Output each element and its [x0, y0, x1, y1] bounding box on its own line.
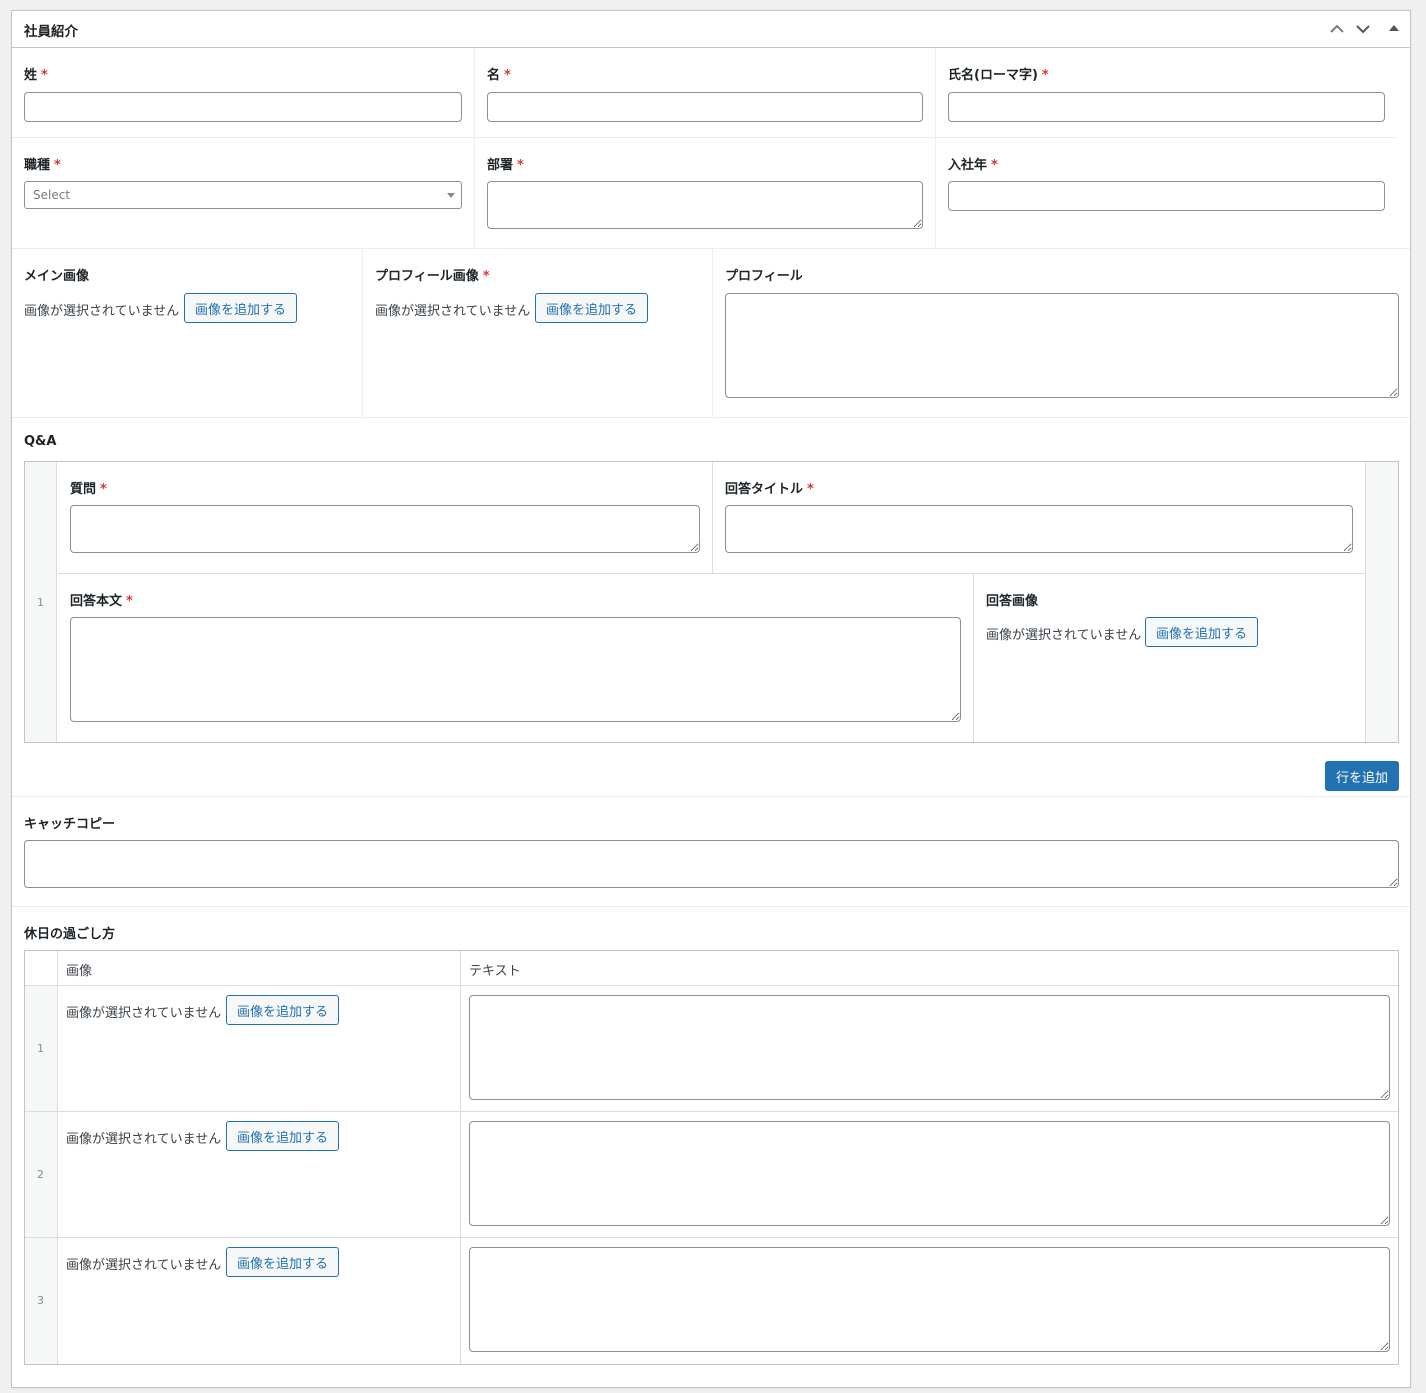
qa-answer-title-label: 回答タイトル * [725, 482, 814, 497]
catchcopy-textarea[interactable] [24, 840, 1399, 888]
holiday-row-textarea[interactable] [469, 1247, 1390, 1352]
romaji-label: 氏名(ローマ字) * [948, 68, 1049, 83]
move-down-button[interactable] [1351, 17, 1375, 41]
field-profile: プロフィール [713, 249, 1410, 418]
profile-label: プロフィール [725, 269, 803, 284]
qa-divider-v1 [712, 462, 713, 573]
qa-row-handle[interactable]: 1 [25, 462, 57, 742]
qa-answer-title-textarea[interactable] [725, 505, 1353, 553]
field-catchcopy: キャッチコピー [12, 797, 1410, 907]
select-arrow-icon [447, 193, 455, 198]
holiday-row-image-status: 画像が選択されていません [66, 1258, 222, 1273]
holiday-col-divider-1 [460, 951, 461, 1364]
field-holiday: 休日の過ごし方 画像 テキスト 1 画像が選択されていません 画像を追加する 2… [12, 907, 1410, 1387]
qa-label: Q&A [24, 434, 57, 449]
move-up-button[interactable] [1325, 17, 1349, 41]
holiday-row-handle[interactable]: 2 [25, 1112, 57, 1237]
holiday-row-divider [25, 1111, 1398, 1112]
shokushu-select-value: Select [33, 188, 71, 202]
nyusha-label: 入社年 * [948, 158, 998, 173]
busho-label: 部署 * [487, 158, 524, 173]
catchcopy-label: キャッチコピー [24, 817, 116, 832]
qa-divider [58, 573, 1365, 574]
postbox-employee: 社員紹介 姓 * 名 * 氏名(ローマ字) * 職種 * Select 部署 * 入社 [11, 10, 1411, 1388]
field-main-image: メイン画像 画像が選択されていません 画像を追加する [12, 249, 363, 418]
busho-textarea[interactable] [487, 181, 923, 229]
main-image-label: メイン画像 [24, 269, 90, 284]
main-image-status: 画像が選択されていません [24, 304, 180, 319]
field-sei: 姓 * [12, 48, 475, 138]
holiday-header-divider [25, 985, 1398, 986]
nyusha-input[interactable] [948, 181, 1385, 211]
sei-label: 姓 * [24, 68, 48, 83]
holiday-row-image-add-button[interactable]: 画像を追加する [226, 1247, 340, 1277]
holiday-row-number: 3 [37, 1294, 44, 1307]
holiday-table: 画像 テキスト 1 画像が選択されていません 画像を追加する 2 画像が選択され… [24, 950, 1399, 1365]
holiday-col-divider-0 [57, 951, 58, 1364]
holiday-label: 休日の過ごし方 [24, 927, 116, 942]
mei-label: 名 * [487, 68, 511, 83]
qa-answer-body-label: 回答本文 * [70, 594, 133, 609]
field-romaji: 氏名(ローマ字) * [936, 48, 1398, 138]
qa-repeater: 1 質問 * 回答タイトル * 回答本文 * 回答画像 画像が選択されていません 画像… [24, 461, 1399, 743]
holiday-row-textarea[interactable] [469, 995, 1390, 1100]
field-profile-image: プロフィール画像 * 画像が選択されていません 画像を追加する [363, 249, 713, 418]
qa-answer-image-add-button[interactable]: 画像を追加する [1145, 617, 1259, 647]
holiday-col-text: テキスト [469, 964, 521, 979]
qa-question-textarea[interactable] [70, 505, 700, 553]
qa-divider-v2 [973, 574, 974, 742]
field-nyusha: 入社年 * [936, 138, 1410, 249]
romaji-input[interactable] [948, 92, 1385, 122]
holiday-row-image-status: 画像が選択されていません [66, 1132, 222, 1147]
postbox-title: 社員紹介 [24, 24, 78, 40]
qa-question-label: 質問 * [70, 482, 107, 497]
chevron-down-icon [1356, 25, 1370, 34]
profile-textarea[interactable] [725, 293, 1399, 398]
profile-image-add-button[interactable]: 画像を追加する [535, 293, 649, 323]
holiday-row-handle[interactable]: 1 [25, 986, 57, 1111]
toggle-panel-button[interactable] [1382, 17, 1406, 41]
holiday-row-number: 1 [37, 1042, 44, 1055]
qa-answer-image-status: 画像が選択されていません [986, 628, 1142, 643]
field-busho: 部署 * [475, 138, 936, 249]
qa-answer-body-textarea[interactable] [70, 617, 961, 722]
holiday-row-number: 2 [37, 1168, 44, 1181]
field-mei: 名 * [475, 48, 936, 138]
holiday-row-image-add-button[interactable]: 画像を追加する [226, 1121, 340, 1151]
qa-row-actions[interactable] [1365, 462, 1398, 742]
holiday-row-image-add-button[interactable]: 画像を追加する [226, 995, 340, 1025]
mei-input[interactable] [487, 92, 923, 122]
triangle-up-icon [1389, 25, 1399, 31]
holiday-col-image: 画像 [66, 964, 93, 979]
holiday-row-image-status: 画像が選択されていません [66, 1006, 222, 1021]
field-shokushu: 職種 * Select [12, 138, 475, 249]
holiday-row-textarea[interactable] [469, 1121, 1390, 1226]
qa-add-row-button[interactable]: 行を追加 [1325, 761, 1400, 791]
postbox-header: 社員紹介 [12, 11, 1410, 48]
qa-answer-image-label: 回答画像 [986, 594, 1039, 609]
sei-input[interactable] [24, 92, 462, 122]
field-qa: Q&A 1 質問 * 回答タイトル * 回答本文 * 回答画像 画像が選択されていませ… [12, 418, 1410, 797]
chevron-up-icon [1330, 24, 1344, 33]
profile-image-label: プロフィール画像 * [375, 269, 490, 284]
profile-image-status: 画像が選択されていません [375, 304, 531, 319]
shokushu-select[interactable]: Select [24, 181, 462, 209]
main-image-add-button[interactable]: 画像を追加する [184, 293, 298, 323]
holiday-row-divider [25, 1237, 1398, 1238]
shokushu-label: 職種 * [24, 158, 61, 173]
qa-row-number: 1 [37, 596, 44, 609]
holiday-row-handle[interactable]: 3 [25, 1238, 57, 1364]
